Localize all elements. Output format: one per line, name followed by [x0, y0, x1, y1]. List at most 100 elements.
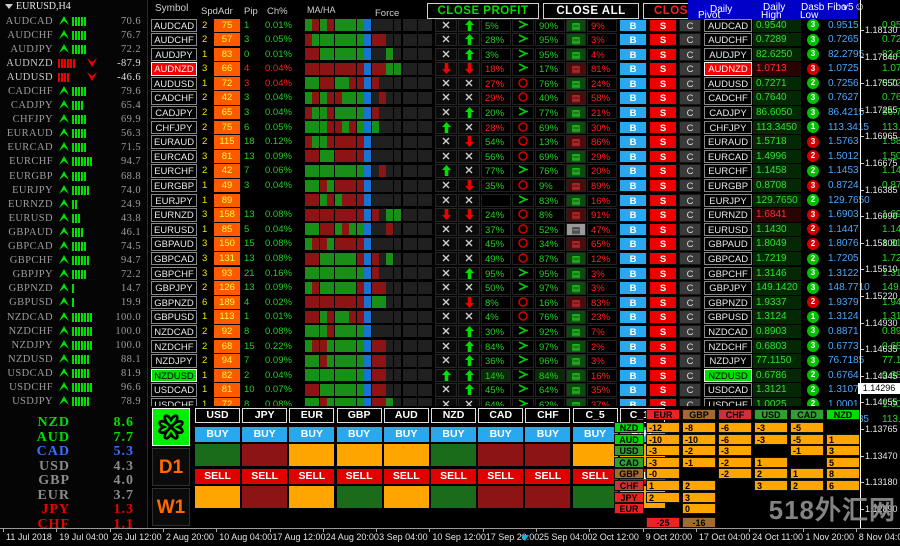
symbol-cell-right[interactable]: CHFJPY — [704, 120, 752, 135]
buy-button[interactable]: B — [619, 76, 647, 91]
symbol-cell[interactable]: GBPAUD — [151, 237, 197, 251]
sell-button[interactable]: S — [649, 237, 677, 251]
buy-button-nzd[interactable]: BUY — [431, 427, 476, 442]
symbol-cell-right[interactable]: EURCHF — [704, 164, 752, 178]
buy-button-jpy[interactable]: BUY — [242, 427, 288, 442]
chevron-down-icon[interactable] — [5, 4, 13, 9]
sell-button-usd[interactable]: SELL — [195, 469, 240, 484]
buy-button[interactable]: B — [619, 33, 647, 47]
buy-button[interactable]: B — [619, 339, 647, 353]
sell-button[interactable]: S — [649, 281, 677, 295]
close-button[interactable]: C — [679, 135, 701, 149]
close-button[interactable]: C — [679, 383, 701, 397]
sell-button[interactable]: S — [649, 354, 677, 368]
sell-button-c_5[interactable]: SELL — [572, 469, 618, 484]
symbol-cell[interactable]: GBPJPY — [151, 281, 197, 295]
symbol-cell-right[interactable]: GBPJPY — [704, 281, 752, 295]
symbol-cell[interactable]: NZDCAD — [151, 324, 197, 339]
buy-button[interactable]: B — [619, 252, 647, 266]
sell-button[interactable]: S — [649, 295, 677, 310]
sell-button-aud[interactable]: SELL — [383, 469, 429, 484]
symbol-cell-right[interactable]: EURAUD — [704, 135, 752, 149]
sell-button[interactable]: S — [649, 208, 677, 222]
symbol-cell[interactable]: AUDCHF — [151, 33, 197, 47]
symbol-cell[interactable]: AUDNZD — [151, 62, 197, 76]
symbol-cell-right[interactable]: NZDJPY — [704, 354, 752, 368]
sell-button[interactable]: S — [649, 33, 677, 47]
buy-button-chf[interactable]: BUY — [525, 427, 571, 442]
sell-button[interactable]: S — [649, 91, 677, 105]
close-button[interactable]: C — [679, 310, 701, 324]
close-button[interactable]: C — [679, 193, 701, 208]
buy-button[interactable]: B — [619, 266, 647, 280]
sell-button-chf[interactable]: SELL — [525, 469, 571, 484]
close-button[interactable]: C — [679, 208, 701, 222]
chart-title-bar[interactable]: EURUSD,H4 — [0, 0, 147, 14]
sell-button-gbp[interactable]: SELL — [336, 469, 382, 484]
app-logo-icon[interactable] — [152, 408, 190, 446]
buy-button[interactable]: B — [619, 18, 647, 32]
buy-button[interactable]: B — [619, 208, 647, 222]
symbol-cell-right[interactable]: AUDNZD — [704, 62, 752, 76]
symbol-cell-right[interactable]: EURNZD — [704, 208, 752, 222]
sell-button[interactable]: S — [649, 120, 677, 135]
symbol-cell[interactable]: NZDUSD — [151, 368, 197, 383]
timeframe-d1-button[interactable]: D1 — [152, 448, 190, 486]
sell-button-eur[interactable]: SELL — [289, 469, 335, 484]
close-button[interactable]: C — [679, 368, 701, 383]
buy-button[interactable]: B — [619, 324, 647, 339]
close-button[interactable]: C — [679, 106, 701, 120]
close-button[interactable]: C — [679, 222, 701, 237]
buy-button-aud[interactable]: BUY — [383, 427, 429, 442]
close-button[interactable]: C — [679, 47, 701, 62]
sell-button[interactable]: S — [649, 62, 677, 76]
symbol-cell-right[interactable]: GBPCAD — [704, 252, 752, 266]
sell-button[interactable]: S — [649, 252, 677, 266]
sell-button[interactable]: S — [649, 179, 677, 193]
close-button[interactable]: C — [679, 179, 701, 193]
buy-button[interactable]: B — [619, 47, 647, 62]
symbol-cell[interactable]: NZDJPY — [151, 354, 197, 368]
close-button[interactable]: C — [679, 324, 701, 339]
buy-button[interactable]: B — [619, 91, 647, 105]
symbol-cell[interactable]: GBPCHF — [151, 266, 197, 280]
close-button[interactable]: C — [679, 62, 701, 76]
symbol-cell[interactable]: GBPCAD — [151, 252, 197, 266]
close-button[interactable]: C — [679, 281, 701, 295]
symbol-cell-right[interactable]: CADCHF — [704, 91, 752, 105]
buy-button[interactable]: B — [619, 120, 647, 135]
close-button[interactable]: C — [679, 76, 701, 91]
symbol-cell-right[interactable]: AUDCHF — [704, 33, 752, 47]
buy-button[interactable]: B — [619, 106, 647, 120]
sell-button[interactable]: S — [649, 368, 677, 383]
sell-button[interactable]: S — [649, 193, 677, 208]
close-button[interactable]: C — [679, 164, 701, 178]
sell-button[interactable]: S — [649, 222, 677, 237]
sell-button[interactable]: S — [649, 76, 677, 91]
symbol-cell[interactable]: GBPUSD — [151, 310, 197, 324]
symbol-cell[interactable]: CADCHF — [151, 91, 197, 105]
symbol-cell[interactable]: AUDJPY — [151, 47, 197, 62]
buy-button[interactable]: B — [619, 383, 647, 397]
symbol-cell[interactable]: EURGBP — [151, 179, 197, 193]
buy-button[interactable]: B — [619, 62, 647, 76]
symbol-cell-right[interactable]: NZDCHF — [704, 339, 752, 353]
close-button[interactable]: C — [679, 237, 701, 251]
sell-button-cad[interactable]: SELL — [478, 469, 524, 484]
close-button[interactable]: C — [679, 295, 701, 310]
close-button[interactable]: C — [679, 266, 701, 280]
close-button[interactable]: C — [679, 33, 701, 47]
buy-button[interactable]: B — [619, 354, 647, 368]
symbol-cell-right[interactable]: GBPAUD — [704, 237, 752, 251]
sell-button[interactable]: S — [649, 18, 677, 32]
currency-button-usd[interactable]: USD — [195, 408, 240, 423]
buy-button[interactable]: B — [619, 222, 647, 237]
buy-button-eur[interactable]: BUY — [289, 427, 335, 442]
symbol-cell[interactable]: AUDCAD — [151, 18, 197, 32]
symbol-cell-right[interactable]: EURJPY — [704, 193, 752, 208]
close-button[interactable]: C — [679, 149, 701, 164]
sell-button[interactable]: S — [649, 135, 677, 149]
buy-button-c_5[interactable]: BUY — [572, 427, 618, 442]
symbol-cell-right[interactable]: GBPCHF — [704, 266, 752, 280]
symbol-cell[interactable]: CHFJPY — [151, 120, 197, 135]
